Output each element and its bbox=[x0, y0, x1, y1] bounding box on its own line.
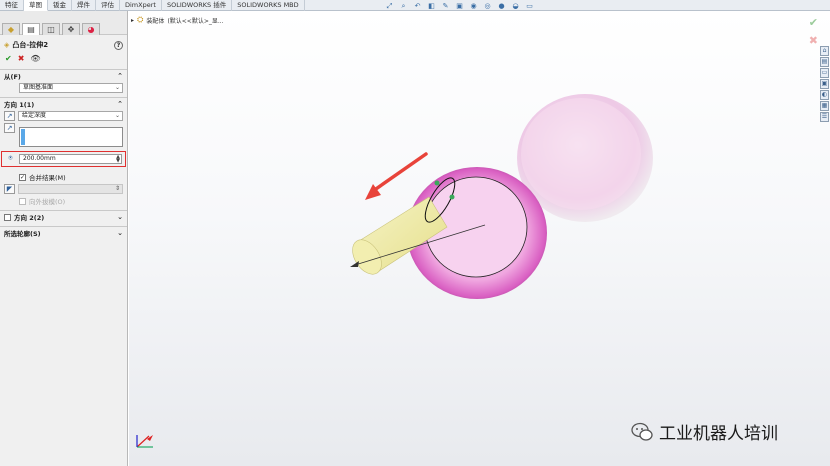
depth-value: 200.00mm bbox=[23, 155, 56, 162]
direction-vector-icon[interactable]: ↗ bbox=[4, 123, 15, 133]
dimxpert-icon[interactable]: ✥ bbox=[62, 23, 80, 35]
handle-point bbox=[449, 194, 455, 200]
reverse-direction-icon[interactable]: ↗ bbox=[4, 111, 15, 121]
watermark: 工业机器人培训 bbox=[631, 419, 778, 444]
task-pane-tabs: ⌂ ▤ ▭ ▣ ◐ ▦ ☰ bbox=[820, 46, 829, 122]
home-icon[interactable]: ⌂ bbox=[820, 46, 829, 56]
view-palette-icon[interactable]: ▣ bbox=[820, 79, 829, 89]
help-icon[interactable]: ? bbox=[114, 40, 123, 50]
pm-actions: ✔ ✖ 👁 bbox=[0, 51, 127, 66]
spin-arrows-icon[interactable]: ▲ ▼ bbox=[116, 155, 120, 164]
reference-triad bbox=[136, 435, 153, 448]
depth-input[interactable]: 200.00mm ▲ ▼ bbox=[19, 154, 122, 164]
panel-tabs: ◆ ▤ ◫ ✥ ◕ bbox=[0, 11, 127, 35]
zoom-area-icon[interactable]: ⌕ bbox=[398, 2, 409, 11]
tab-solidworks-mbd[interactable]: SOLIDWORKS MBD bbox=[232, 0, 305, 11]
assembly-root-label[interactable]: 装配体 bbox=[146, 16, 164, 25]
feature-tree-flyout: ▸ ⛭ 装配体 (默认<<默认>_显... bbox=[131, 15, 224, 25]
depth-icon: ⍟ bbox=[8, 154, 13, 162]
direction1-section: 方向 1(1) ⌃ ↗ 给定深度 ⌄ ↗ ⍟ 200.00mm ▲ ▼ ✓ 合并结… bbox=[0, 97, 127, 207]
draft-angle-input[interactable]: ⇕ bbox=[18, 184, 123, 194]
direction2-section: 方向 2(2) ⌄ bbox=[0, 210, 127, 223]
feature-name: 凸台-拉伸2 bbox=[12, 41, 49, 49]
tab-weldments[interactable]: 焊件 bbox=[72, 0, 96, 11]
expand-chevron-icon[interactable]: ⌄ bbox=[117, 229, 123, 237]
spin-icon: ⇕ bbox=[114, 185, 120, 192]
parts-library-icon[interactable]: ▤ bbox=[820, 57, 829, 67]
expand-arrow-icon[interactable]: ▸ bbox=[131, 17, 134, 24]
from-section-title: 从(F) bbox=[4, 73, 21, 81]
heads-up-view-toolbar: ⤢ ⌕ ↶ ◧ ✎ ▣ ◉ ◎ ● ◒ ▭ bbox=[384, 2, 535, 11]
dropdown-icon: ⌄ bbox=[114, 112, 120, 119]
selected-contours-title: 所选轮廓(S) bbox=[4, 230, 41, 238]
collapse-chevron-icon[interactable]: ⌃ bbox=[117, 72, 123, 80]
collapse-chevron-icon[interactable]: ⌃ bbox=[117, 100, 123, 108]
tab-solidworks-addins[interactable]: SOLIDWORKS 插件 bbox=[162, 0, 233, 11]
confirm-corner-cancel-icon[interactable]: ✖ bbox=[809, 34, 818, 47]
dynamic-annotation-icon[interactable]: ✎ bbox=[440, 2, 451, 11]
zoom-to-fit-icon[interactable]: ⤢ bbox=[384, 2, 395, 11]
feature-manager-icon[interactable]: ◆ bbox=[2, 23, 20, 35]
graphics-area[interactable] bbox=[129, 11, 830, 466]
dropdown-icon: ⌄ bbox=[114, 84, 120, 91]
display-settings-icon[interactable]: ▭ bbox=[524, 2, 535, 11]
direction1-header[interactable]: 方向 1(1) ⌃ bbox=[0, 98, 127, 110]
direction2-header[interactable]: 方向 2(2) ⌄ bbox=[0, 211, 127, 223]
section-view-icon[interactable]: ◧ bbox=[426, 2, 437, 11]
watermark-text: 工业机器人培训 bbox=[659, 424, 778, 444]
merge-result-label: 合并结果(M) bbox=[29, 174, 66, 182]
config-path-label[interactable]: (默认<<默认>_显... bbox=[167, 16, 223, 25]
assembly-icon: ⛭ bbox=[137, 15, 144, 24]
expand-chevron-icon[interactable]: ⌄ bbox=[117, 213, 123, 221]
end-condition-select[interactable]: 给定深度 ⌄ bbox=[18, 111, 123, 121]
display-manager-icon[interactable]: ◕ bbox=[82, 23, 100, 35]
wechat-icon bbox=[631, 422, 653, 441]
property-manager-panel: ◆ ▤ ◫ ✥ ◕ ◈ 凸台-拉伸2 ? ✔ ✖ 👁 从(F) ⌃ 草图基准面 … bbox=[0, 11, 128, 466]
draft-outward-label: 向外拔模(O) bbox=[29, 198, 66, 206]
merge-result-checkbox[interactable]: ✓ bbox=[19, 173, 26, 181]
handle-point bbox=[434, 180, 440, 186]
cancel-button[interactable]: ✖ bbox=[18, 54, 25, 63]
configuration-manager-icon[interactable]: ◫ bbox=[42, 23, 60, 35]
direction-selection-box[interactable] bbox=[19, 127, 123, 147]
property-manager-icon[interactable]: ▤ bbox=[22, 23, 40, 35]
hide-show-icon[interactable]: ◎ bbox=[482, 2, 493, 11]
ok-button[interactable]: ✔ bbox=[5, 54, 12, 63]
previous-view-icon[interactable]: ↶ bbox=[412, 2, 423, 11]
from-section: 从(F) ⌃ 草图基准面 ⌄ bbox=[0, 69, 127, 94]
file-explorer-icon[interactable]: ▭ bbox=[820, 68, 829, 78]
appearances-icon[interactable]: ◐ bbox=[820, 90, 829, 100]
view-orientation-icon[interactable]: ▣ bbox=[454, 2, 465, 11]
appearance-icon[interactable]: ● bbox=[496, 2, 507, 11]
direction2-checkbox[interactable] bbox=[4, 213, 11, 221]
feature-title: ◈ 凸台-拉伸2 ? bbox=[0, 39, 127, 51]
draft-icon[interactable]: ◤ bbox=[4, 184, 15, 194]
start-condition-value: 草图基准面 bbox=[23, 84, 54, 91]
custom-properties-icon[interactable]: ▦ bbox=[820, 101, 829, 111]
depth-field-highlight: ⍟ 200.00mm ▲ ▼ bbox=[1, 151, 126, 167]
end-condition-value: 给定深度 bbox=[22, 112, 47, 119]
from-section-header[interactable]: 从(F) ⌃ bbox=[0, 70, 127, 82]
draft-outward-checkbox[interactable] bbox=[19, 197, 26, 205]
preview-toggle-icon[interactable]: 👁 bbox=[30, 54, 40, 63]
red-annotation-arrow bbox=[365, 152, 428, 200]
display-style-icon[interactable]: ◉ bbox=[468, 2, 479, 11]
tab-sheet-metal[interactable]: 钣金 bbox=[48, 0, 72, 11]
forum-icon[interactable]: ☰ bbox=[820, 112, 829, 122]
tab-dimxpert[interactable]: DimXpert bbox=[120, 0, 162, 11]
direction2-title: 方向 2(2) bbox=[14, 214, 45, 222]
model-viewport[interactable] bbox=[129, 11, 830, 466]
scene-icon[interactable]: ◒ bbox=[510, 2, 521, 11]
confirm-corner-ok-icon[interactable]: ✔ bbox=[809, 16, 818, 29]
selected-contours-header[interactable]: 所选轮廓(S) ⌄ bbox=[0, 227, 127, 239]
tab-evaluate[interactable]: 评估 bbox=[96, 0, 120, 11]
start-condition-select[interactable]: 草图基准面 ⌄ bbox=[19, 83, 123, 93]
selected-contours-section: 所选轮廓(S) ⌄ bbox=[0, 226, 127, 239]
tab-sketch[interactable]: 草图 bbox=[24, 0, 48, 11]
direction1-title: 方向 1(1) bbox=[4, 101, 35, 109]
tab-features[interactable]: 特征 bbox=[0, 0, 24, 11]
boss-extrude-icon: ◈ bbox=[4, 41, 10, 49]
